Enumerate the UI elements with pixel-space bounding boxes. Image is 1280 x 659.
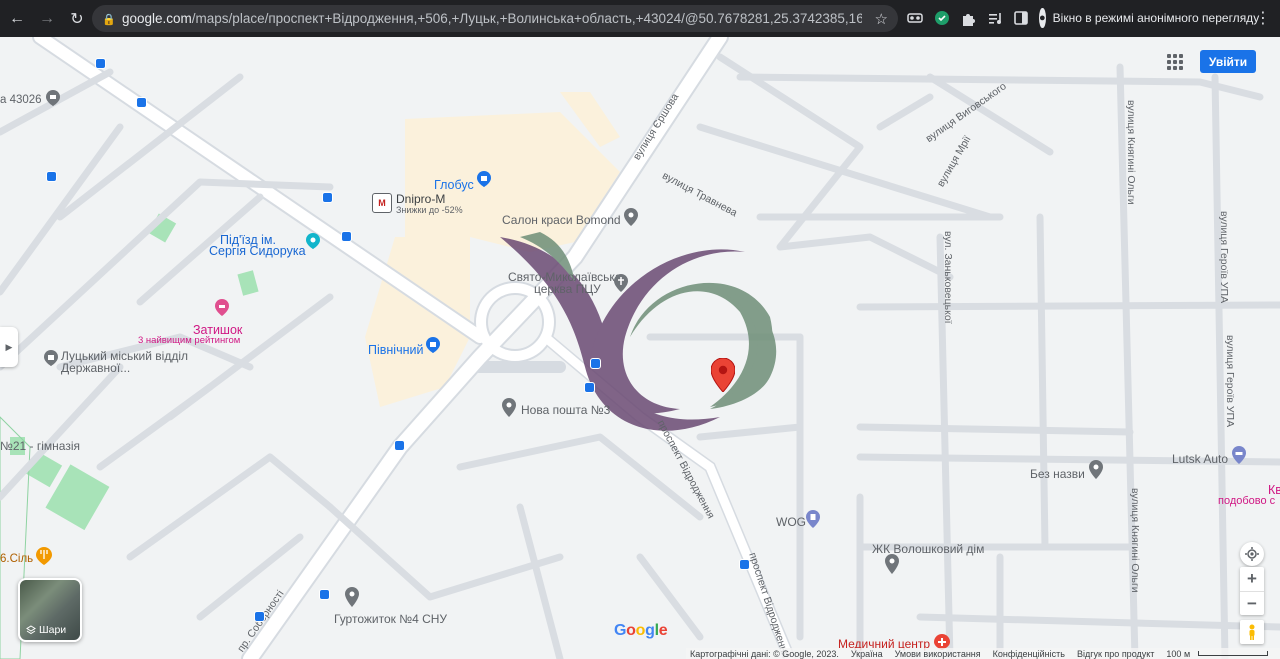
apps-grid-icon[interactable] xyxy=(1167,54,1183,70)
bus-stop-icon[interactable] xyxy=(590,358,601,369)
church-label-2[interactable]: церква ПЦУ xyxy=(534,282,601,296)
podibno-label[interactable]: подобово с xyxy=(1218,495,1275,507)
forward-icon[interactable]: → xyxy=(34,6,60,32)
shopping-pin-icon-2[interactable] xyxy=(426,337,440,353)
shopping-pin-icon[interactable] xyxy=(477,171,491,187)
bus-stop-icon[interactable] xyxy=(394,440,405,451)
nova-poshta-pin-icon[interactable] xyxy=(502,398,516,417)
scale-label[interactable]: 100 м xyxy=(1166,649,1190,659)
salon-label[interactable]: Салон краси Bomond xyxy=(502,213,621,227)
map-footer: Картографічні дані: © Google, 2023. Укра… xyxy=(686,648,1280,659)
camera-pin-icon[interactable] xyxy=(306,233,320,249)
bus-stop-icon[interactable] xyxy=(584,382,595,393)
address-bar[interactable]: 🔒 google.com/maps/place/проспект+Відродж… xyxy=(92,5,898,32)
church-pin-icon[interactable] xyxy=(614,274,628,292)
zoom-out-button[interactable]: − xyxy=(1240,592,1264,616)
expand-panel-icon[interactable]: ▶ xyxy=(0,327,18,367)
entrance-label-2[interactable]: Сергія Сидорука xyxy=(209,244,306,258)
government-pin-icon[interactable] xyxy=(44,350,58,366)
pegman-icon[interactable] xyxy=(1240,620,1264,644)
residential-pin-icon[interactable] xyxy=(885,554,899,574)
street-label-kniahyni-olhy-2: вулиця Княгині Ольги xyxy=(1129,488,1141,593)
url-text[interactable]: google.com/maps/place/проспект+Відроджен… xyxy=(122,11,862,26)
zatyshok-sub-label: 3 найвищим рейтингом xyxy=(138,335,241,346)
media-control-icon[interactable] xyxy=(986,9,1004,27)
map-data-attribution: Картографічні дані: © Google, 2023. xyxy=(690,648,839,659)
dorm-pin-icon[interactable] xyxy=(345,587,359,607)
car-dealer-pin-icon[interactable] xyxy=(1232,446,1246,464)
lutsk-dept-label-2[interactable]: Державної... xyxy=(61,361,130,375)
browser-menu-icon[interactable]: ⋮ xyxy=(1255,8,1271,28)
bus-stop-icon[interactable] xyxy=(319,589,330,600)
layers-label: Шари xyxy=(39,624,67,636)
layers-icon xyxy=(26,625,36,635)
pivnichnyi-label[interactable]: Північний xyxy=(368,343,423,357)
bookmark-star-icon[interactable]: ☆ xyxy=(875,10,888,28)
extensions-puzzle-icon[interactable] xyxy=(959,9,977,27)
site-info-icon[interactable]: 🔒 xyxy=(102,13,116,26)
zoom-control: + − xyxy=(1240,567,1264,615)
park xyxy=(237,270,259,296)
street-label-heroiv-upa: вулиця Героїв УПА xyxy=(1218,211,1230,304)
back-icon[interactable]: ← xyxy=(4,6,30,32)
dnipro-logo-icon: M xyxy=(372,193,392,213)
bus-stop-icon[interactable] xyxy=(341,231,352,242)
hotel-pin-icon[interactable] xyxy=(215,299,229,316)
wog-label[interactable]: WOG xyxy=(776,515,806,529)
bus-stop-icon[interactable] xyxy=(46,171,57,182)
dorm-label[interactable]: Гуртожиток №4 СНУ xyxy=(334,612,447,626)
nova-poshta-label[interactable]: Нова пошта №3 xyxy=(521,403,610,417)
map-base-layer xyxy=(0,37,1280,659)
bus-stop-icon[interactable] xyxy=(739,559,750,570)
country-link[interactable]: Україна xyxy=(851,649,883,659)
zoom-in-button[interactable]: + xyxy=(1240,567,1264,591)
bus-stop-icon[interactable] xyxy=(136,97,147,108)
bez-nazvy-pin-icon[interactable] xyxy=(1089,460,1103,479)
browser-toolbar: ← → ↻ 🔒 google.com/maps/place/проспект+В… xyxy=(0,0,1280,37)
gymnasium-label[interactable]: №21 - гімназія xyxy=(0,439,80,453)
globus-label[interactable]: Глобус xyxy=(434,178,474,192)
incognito-label: Вікно в режимі анонімного перегляду xyxy=(1052,11,1260,25)
map-canvas[interactable]: Увійти ▶ вулиця Єршова вулиця Травнева в… xyxy=(0,37,1280,659)
post-office-pin-icon[interactable] xyxy=(46,90,60,106)
privacy-link[interactable]: Конфіденційність xyxy=(993,649,1065,659)
street-label-heroiv-upa-2: вулиця Героїв УПА xyxy=(1224,335,1236,428)
street-label-kniahyni-olhy: вулиця Княгині Ольги xyxy=(1125,100,1137,205)
incognito-icon: ● xyxy=(1039,8,1046,28)
restaurant-pin-icon[interactable] xyxy=(36,547,52,565)
bez-nazvy-label[interactable]: Без назви xyxy=(1030,467,1085,481)
layers-button[interactable]: Шари xyxy=(18,578,82,642)
extension-green-icon[interactable] xyxy=(933,9,951,27)
lutsk-auto-label[interactable]: Lutsk Auto xyxy=(1172,452,1228,466)
gas-station-pin-icon[interactable] xyxy=(806,510,820,528)
terms-link[interactable]: Умови використання xyxy=(895,649,981,659)
incognito-profile[interactable]: ● Вікно в режимі анонімного перегляду xyxy=(1036,6,1259,30)
dnipro-label[interactable]: Dnipro-M xyxy=(396,192,445,206)
bus-stop-icon[interactable] xyxy=(254,611,265,622)
extension-glasses-icon[interactable] xyxy=(906,9,924,27)
selected-location-pin-icon[interactable] xyxy=(711,358,735,392)
bus-stop-icon[interactable] xyxy=(322,192,333,203)
google-logo: Google xyxy=(614,622,668,639)
postal-label: а 43026 xyxy=(0,94,42,106)
park xyxy=(25,451,63,488)
login-button[interactable]: Увійти xyxy=(1200,50,1256,73)
sil-label[interactable]: 6.Сіль xyxy=(0,553,33,565)
dnipro-sub-label: Знижки до -52% xyxy=(396,205,463,215)
bus-stop-icon[interactable] xyxy=(95,58,106,69)
my-location-icon[interactable] xyxy=(1240,542,1264,566)
street-label-zankovetskoi: вул. Заньковецької xyxy=(942,231,954,324)
reload-icon[interactable]: ↻ xyxy=(64,6,90,32)
side-panel-icon[interactable] xyxy=(1012,9,1030,27)
salon-pin-icon[interactable] xyxy=(624,208,638,226)
scale-bar xyxy=(1198,651,1269,656)
feedback-link[interactable]: Відгук про продукт xyxy=(1077,649,1154,659)
